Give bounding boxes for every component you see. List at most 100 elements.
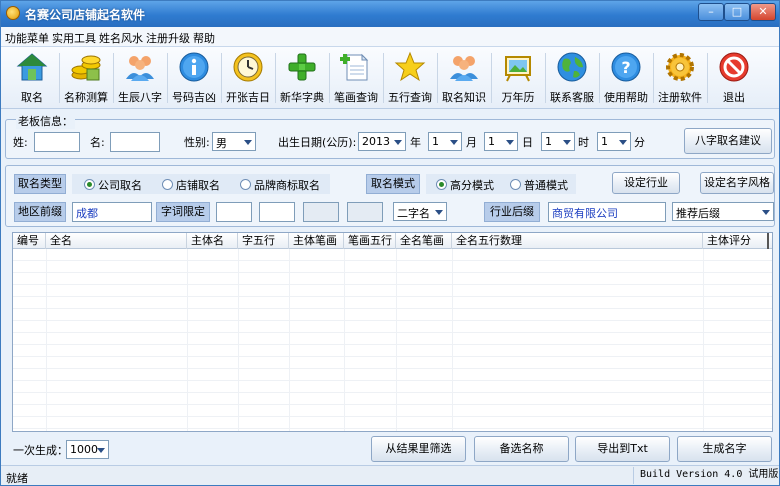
char-limit-input-3 [303,202,339,222]
table-row [13,297,772,309]
radio-company-label[interactable]: 公司取名 [98,177,142,193]
radio-normal-label[interactable]: 普通模式 [524,177,568,193]
table-row [13,261,772,273]
chevron-down-icon [244,140,252,145]
table-row [13,417,772,429]
table-column-line [344,249,345,431]
minute-select[interactable]: 1 [597,132,631,151]
region-prefix-tag: 地区前缀 [14,202,66,222]
chevron-down-icon [435,210,443,215]
calendar-icon [505,56,531,82]
table-column-line [289,249,290,431]
radio-high-score-label[interactable]: 高分模式 [450,177,494,193]
given-name-input[interactable] [110,132,160,152]
hour-select[interactable]: 1 [541,132,575,151]
naming-options-group: 取名类型 公司取名 店铺取名 品牌商标取名 取名模式 高分模式 普通模式 设定行… [5,165,775,227]
menu-fengshui[interactable]: 姓名风水 [99,30,143,46]
results-table[interactable]: 编号 全名 主体名 字五行 主体笔画 笔画五行 全名笔画 全名五行数理 主体评分 [12,232,773,432]
toolbar-name-evaluation[interactable]: 名称测算 [59,49,113,107]
year-unit: 年 [410,136,421,149]
naming-type-tag: 取名类型 [14,174,66,194]
toolbar-five-elements[interactable]: 五行查询 [383,49,437,107]
surname-label: 姓: [13,136,28,149]
help-icon: ? [611,52,641,82]
set-name-style-button[interactable]: 设定名字风格 [700,172,774,194]
naming-mode-tag: 取名模式 [366,174,420,194]
menu-help[interactable]: 帮助 [193,30,215,46]
people-icon [450,56,478,81]
table-column-line [396,249,397,431]
toolbar-naming-knowledge[interactable]: 取名知识 [437,49,491,107]
day-select[interactable]: 1 [484,132,518,151]
radio-shop[interactable] [162,179,173,190]
bazi-suggestion-button[interactable]: 八字取名建议 [684,128,772,154]
radio-shop-label[interactable]: 店铺取名 [176,177,220,193]
toolbar-help[interactable]: ? 使用帮助 [599,49,653,107]
col-stroke-elements[interactable]: 笔画五行 [344,233,396,249]
maximize-button[interactable]: □ [724,3,750,21]
close-button[interactable]: ✕ [750,3,776,21]
chevron-down-icon [619,140,627,145]
toolbar-stroke-query[interactable]: 笔画查询 [329,49,383,107]
minimize-button[interactable]: – [698,3,724,21]
toolbar-opening-day[interactable]: 开张吉日 [221,49,275,107]
info-icon [179,52,209,82]
candidate-names-button[interactable]: 备选名称 [474,436,569,462]
char-limit-input-2[interactable] [259,202,295,222]
toolbar-label: 退出 [723,91,745,104]
clock-icon [233,52,263,82]
surname-input[interactable] [34,132,80,152]
name-length-select[interactable]: 二字名 [393,202,447,221]
radio-company[interactable] [84,179,95,190]
year-select[interactable]: 2013 [358,132,406,151]
table-row [13,273,772,285]
radio-brand-label[interactable]: 品牌商标取名 [254,177,320,193]
toolbar-register[interactable]: 注册软件 [653,49,707,107]
gender-value: 男 [216,137,227,150]
house-icon [16,53,48,81]
status-bar: 就绪 Build Version 4.0 试用版 [1,465,779,485]
month-select[interactable]: 1 [428,132,462,151]
col-main-strokes[interactable]: 主体笔画 [289,233,344,249]
suffix-recommend-select[interactable]: 推荐后缀 [672,202,774,221]
toolbar-naming[interactable]: 取名 [5,49,59,107]
radio-brand[interactable] [240,179,251,190]
region-prefix-input[interactable]: 成都 [72,202,152,222]
status-text: 就绪 [6,472,28,485]
toolbar-bazi[interactable]: 生辰八字 [113,49,167,107]
toolbar-exit[interactable]: 退出 [707,49,761,107]
col-full-name[interactable]: 全名 [46,233,187,249]
main-window: 名赛公司店铺起名软件 – □ ✕ 功能菜单 实用工具 姓名风水 注册升级 帮助 … [0,0,780,486]
radio-normal[interactable] [510,179,521,190]
col-main-score[interactable]: 主体评分 [703,233,769,249]
boss-info-title: 老板信息： [16,113,75,129]
batch-count-select[interactable]: 1000 [66,440,109,459]
export-txt-button[interactable]: 导出到Txt [575,436,670,462]
chevron-down-icon [762,210,770,215]
toolbar-calendar[interactable]: 万年历 [491,49,545,107]
toolbar: 取名 名称测算 生辰八字 号码吉凶 开张吉日 新华字典 笔画查询 五行查询 取名… [1,47,779,109]
toolbar-number-fortune[interactable]: 号码吉凶 [167,49,221,107]
radio-high-score[interactable] [436,179,447,190]
toolbar-dictionary[interactable]: 新华字典 [275,49,329,107]
toolbar-contact-support[interactable]: 联系客服 [545,49,599,107]
menu-tools[interactable]: 实用工具 [52,30,96,46]
gender-select[interactable]: 男 [212,132,256,151]
menu-register[interactable]: 注册升级 [146,30,190,46]
year-value: 2013 [362,135,390,148]
char-limit-input-4 [347,202,383,222]
generate-names-button[interactable]: 生成名字 [677,436,772,462]
col-number[interactable]: 编号 [13,233,46,249]
col-main-name[interactable]: 主体名 [187,233,238,249]
col-full-strokes[interactable]: 全名笔画 [396,233,452,249]
col-full-numerology[interactable]: 全名五行数理 [452,233,703,249]
char-limit-input-1[interactable] [216,202,252,222]
chevron-down-icon [394,140,402,145]
filter-results-button[interactable]: 从结果里筛选 [371,436,466,462]
hour-unit: 时 [578,136,589,149]
suffix-recommend-value: 推荐后缀 [676,207,720,220]
menu-functions[interactable]: 功能菜单 [5,30,49,46]
industry-suffix-input[interactable]: 商贸有限公司 [548,202,666,222]
col-char-elements[interactable]: 字五行 [238,233,289,249]
set-industry-button[interactable]: 设定行业 [612,172,680,194]
